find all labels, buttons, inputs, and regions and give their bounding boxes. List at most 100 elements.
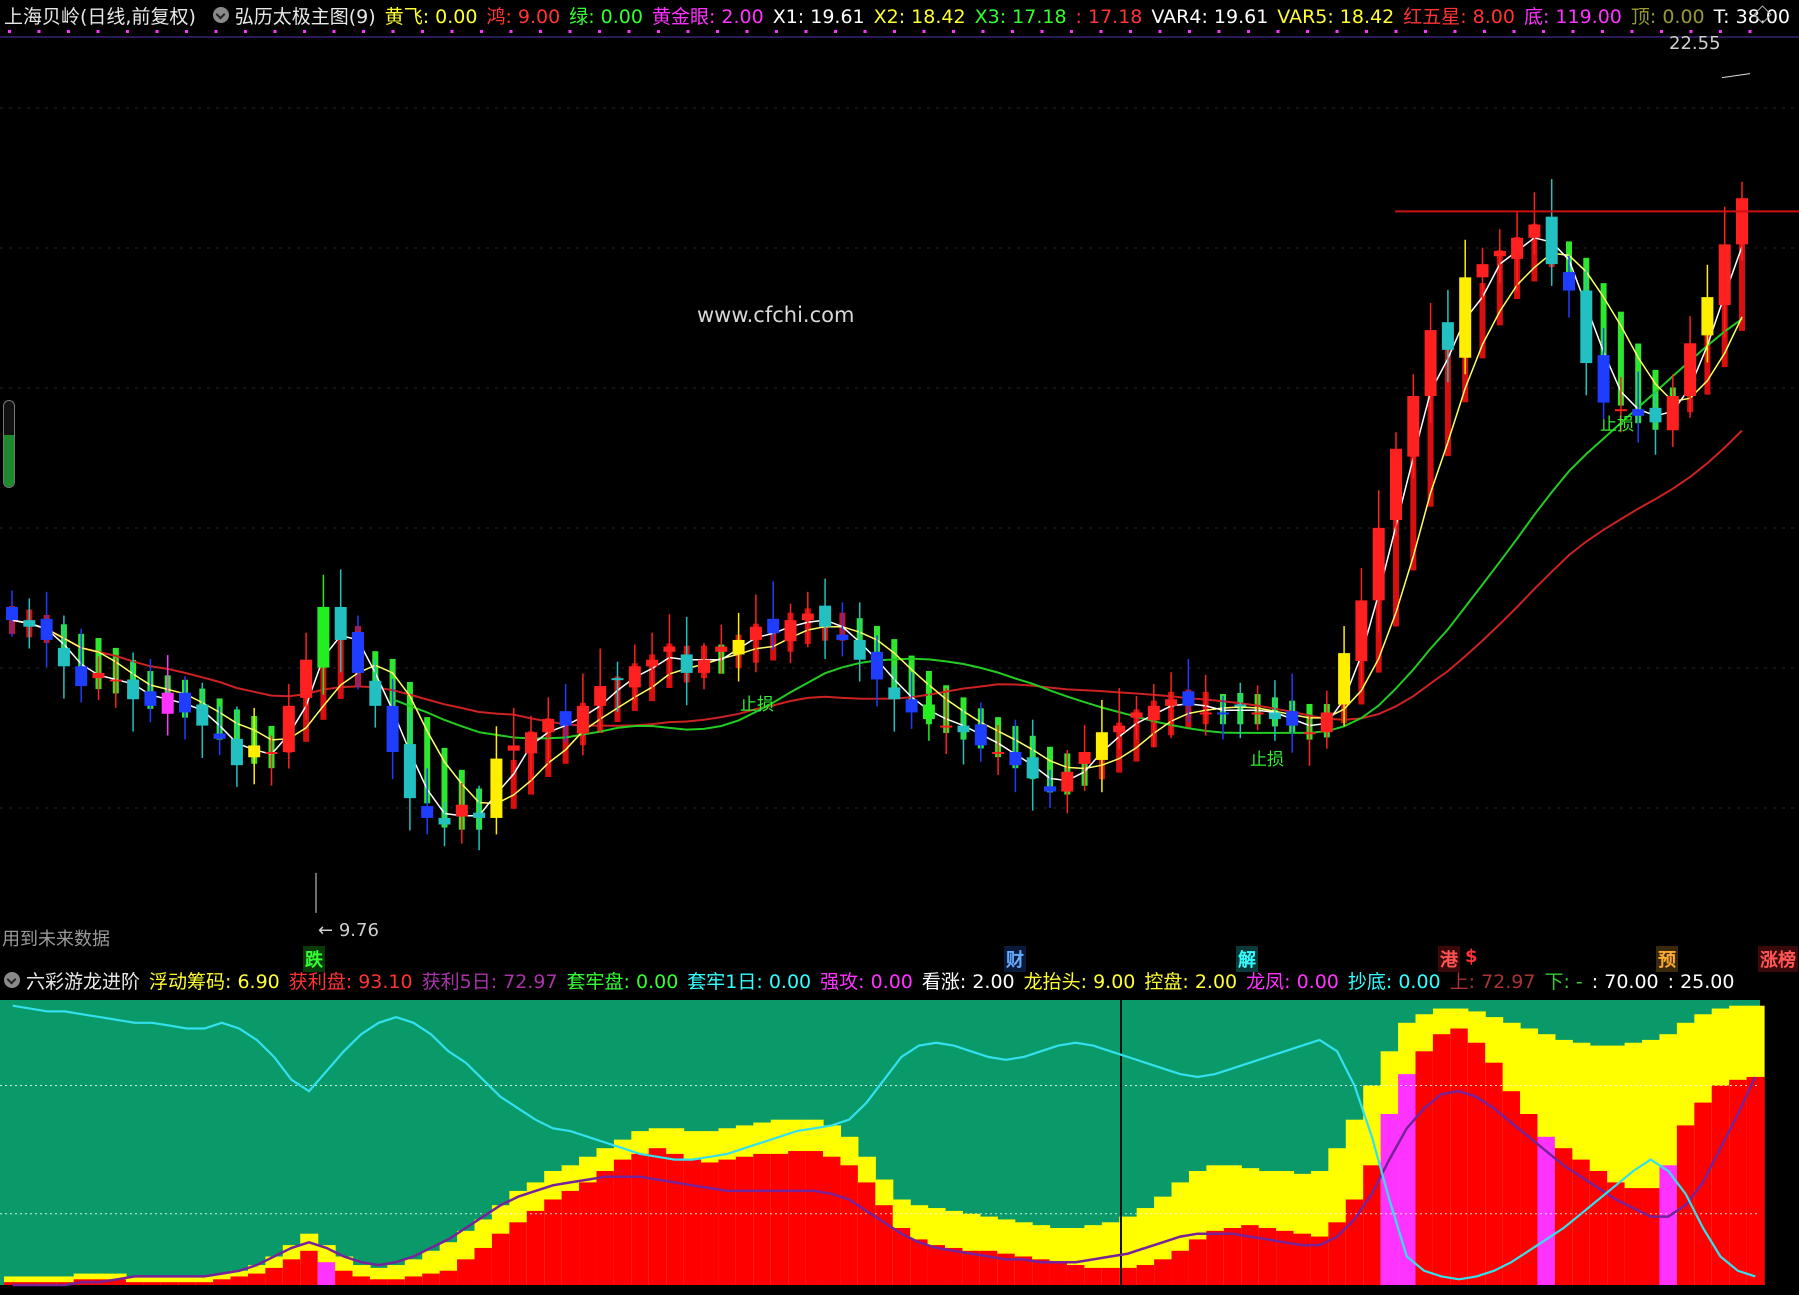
candle-body-82 (1424, 330, 1437, 396)
profit-bar-35 (613, 1159, 632, 1285)
signal-dot-3 (96, 30, 100, 33)
signal-dot-20 (598, 30, 601, 33)
chip-distribution-chart[interactable] (0, 995, 1799, 1295)
sub-indicator-value-6: 看涨: 2.00 (921, 970, 1015, 993)
signal-dot-26 (775, 30, 778, 33)
candle-body-38 (663, 646, 676, 652)
candle-body-50 (871, 651, 883, 680)
signal-dot-53 (1571, 30, 1575, 33)
indicator-name[interactable]: 弘历太极主图(9) (235, 2, 376, 29)
profit-bar-22 (387, 1279, 406, 1285)
sub-indicator-value-4: 套牢1日: 0.00 (687, 970, 812, 993)
profit-bar-17 (300, 1250, 319, 1285)
profit-bar-84 (1467, 1042, 1486, 1285)
signal-dot-19 (568, 30, 572, 33)
stock-title[interactable]: 上海贝岭(日线,前复权) (4, 2, 196, 29)
profit-bar-69 (1206, 1230, 1225, 1285)
candle-body-6 (109, 679, 122, 682)
candle-body-15 (265, 752, 278, 754)
candle-body-59 (1026, 757, 1039, 779)
profit-bar-42 (735, 1156, 754, 1285)
signal-dot-24 (716, 30, 719, 33)
profit-bar-86 (1502, 1091, 1521, 1285)
sub-indicator-values: 浮动筹码: 6.90 获利盘: 93.10 获利5日: 72.97 套牢盘: 0.00… (149, 967, 1743, 994)
profit-bar-16 (282, 1259, 301, 1285)
signal-dot-38 (1129, 30, 1132, 33)
candle-body-89 (1545, 216, 1558, 265)
profit-bar-68 (1188, 1239, 1207, 1285)
sub-indicator-value-14: : 25.00 (1667, 970, 1735, 993)
candle-body-72 (1251, 712, 1264, 715)
indicator-value-13: T: 38.00 (1713, 5, 1790, 28)
signal-dot-12 (362, 30, 365, 33)
sub-indicator-value-13: : 70.00 (1591, 970, 1659, 993)
candle-body-10 (179, 692, 191, 713)
profit-bar-66 (1154, 1259, 1173, 1285)
indicator-value-6: X3: 17.18 (974, 5, 1067, 28)
candle-body-37 (646, 659, 659, 667)
signal-dot-28 (834, 30, 837, 33)
profit-bar-87 (1520, 1114, 1539, 1285)
sub-indicator-value-2: 获利5日: 72.97 (421, 970, 558, 993)
profit-bar-44 (770, 1153, 789, 1285)
profit-bar-53 (927, 1245, 946, 1285)
candle-body-91 (1580, 290, 1593, 364)
profit-bar-74 (1293, 1233, 1312, 1285)
watermark-text: www.cfchi.com (697, 303, 855, 327)
sub-indicator-value-11: 上: 72.97 (1449, 970, 1536, 993)
signal-dot-31 (922, 30, 926, 33)
price-chart[interactable]: 止损止损止损 (0, 30, 1799, 965)
sub-indicator-bar: 六彩游龙进阶 浮动筹码: 6.90 获利盘: 93.10 获利5日: 72.97 套牢… (0, 965, 1799, 995)
profit-bar-24 (422, 1273, 441, 1285)
candle-body-21 (369, 680, 382, 706)
signal-dot-6 (185, 30, 188, 33)
candle-body-7 (127, 679, 140, 700)
indicator-value-9: VAR5: 18.42 (1277, 5, 1395, 28)
signal-dot-29 (863, 30, 867, 33)
indicator-value-12: 顶: 0.00 (1630, 5, 1705, 28)
candle-body-81 (1407, 396, 1420, 457)
profit-bar-80 (1398, 1074, 1417, 1285)
candle-body-97 (1684, 343, 1697, 396)
sub-indicator-dropdown-icon[interactable] (4, 972, 20, 988)
indicator-value-11: 底: 119.00 (1523, 5, 1622, 28)
signal-dot-27 (804, 30, 808, 33)
candle-body-17 (300, 659, 313, 698)
profit-bar-11 (195, 1282, 214, 1285)
signal-dot-32 (952, 30, 955, 33)
indicator-value-1: 鸿: 9.00 (486, 5, 561, 28)
candle-body-61 (1061, 771, 1074, 792)
signal-dot-13 (391, 30, 395, 33)
profit-bar-94 (1642, 1188, 1661, 1285)
profit-bar-8 (143, 1282, 162, 1285)
candle-body-85 (1476, 264, 1489, 278)
low-price-value: 9.76 (338, 920, 379, 941)
signal-dot-10 (303, 30, 306, 33)
main-indicator-bar: 上海贝岭(日线,前复权) 弘历太极主图(9) 黄飞: 0.00 鸿: 9.00 绿:… (0, 0, 1799, 30)
candle-body-74 (1286, 711, 1299, 726)
indicator-dropdown-icon[interactable] (212, 7, 229, 23)
profit-bar-34 (596, 1171, 615, 1285)
candle-body-8 (144, 691, 157, 706)
candle-body-68 (1182, 691, 1195, 706)
profit-bar-52 (910, 1239, 929, 1285)
signal-dot-14 (421, 30, 424, 33)
signal-dot-49 (1453, 30, 1457, 33)
signal-dot-36 (1070, 30, 1073, 33)
profit-bar-95 (1659, 1165, 1678, 1285)
sub-indicator-name[interactable]: 六彩游龙进阶 (26, 967, 140, 994)
candle-body-31 (542, 719, 555, 733)
profit-bar-67 (1171, 1250, 1190, 1285)
indicator-values: 黄飞: 0.00 鸿: 9.00 绿: 0.00 黄金眼: 2.00 X1: 19.61… (385, 2, 1799, 29)
candle-body-73 (1268, 712, 1281, 720)
volume-gauge (3, 400, 15, 488)
candle-body-19 (334, 606, 347, 640)
signal-dot-43 (1276, 30, 1280, 33)
candle-body-96 (1666, 396, 1679, 431)
indicator-value-4: X1: 19.61 (772, 5, 865, 28)
candle-body-80 (1390, 448, 1402, 520)
sub-indicator-value-10: 抄底: 0.00 (1347, 970, 1441, 993)
sub-indicator-value-5: 强攻: 0.00 (820, 970, 913, 993)
profit-bar-93 (1624, 1188, 1643, 1285)
candle-body-22 (386, 705, 399, 752)
